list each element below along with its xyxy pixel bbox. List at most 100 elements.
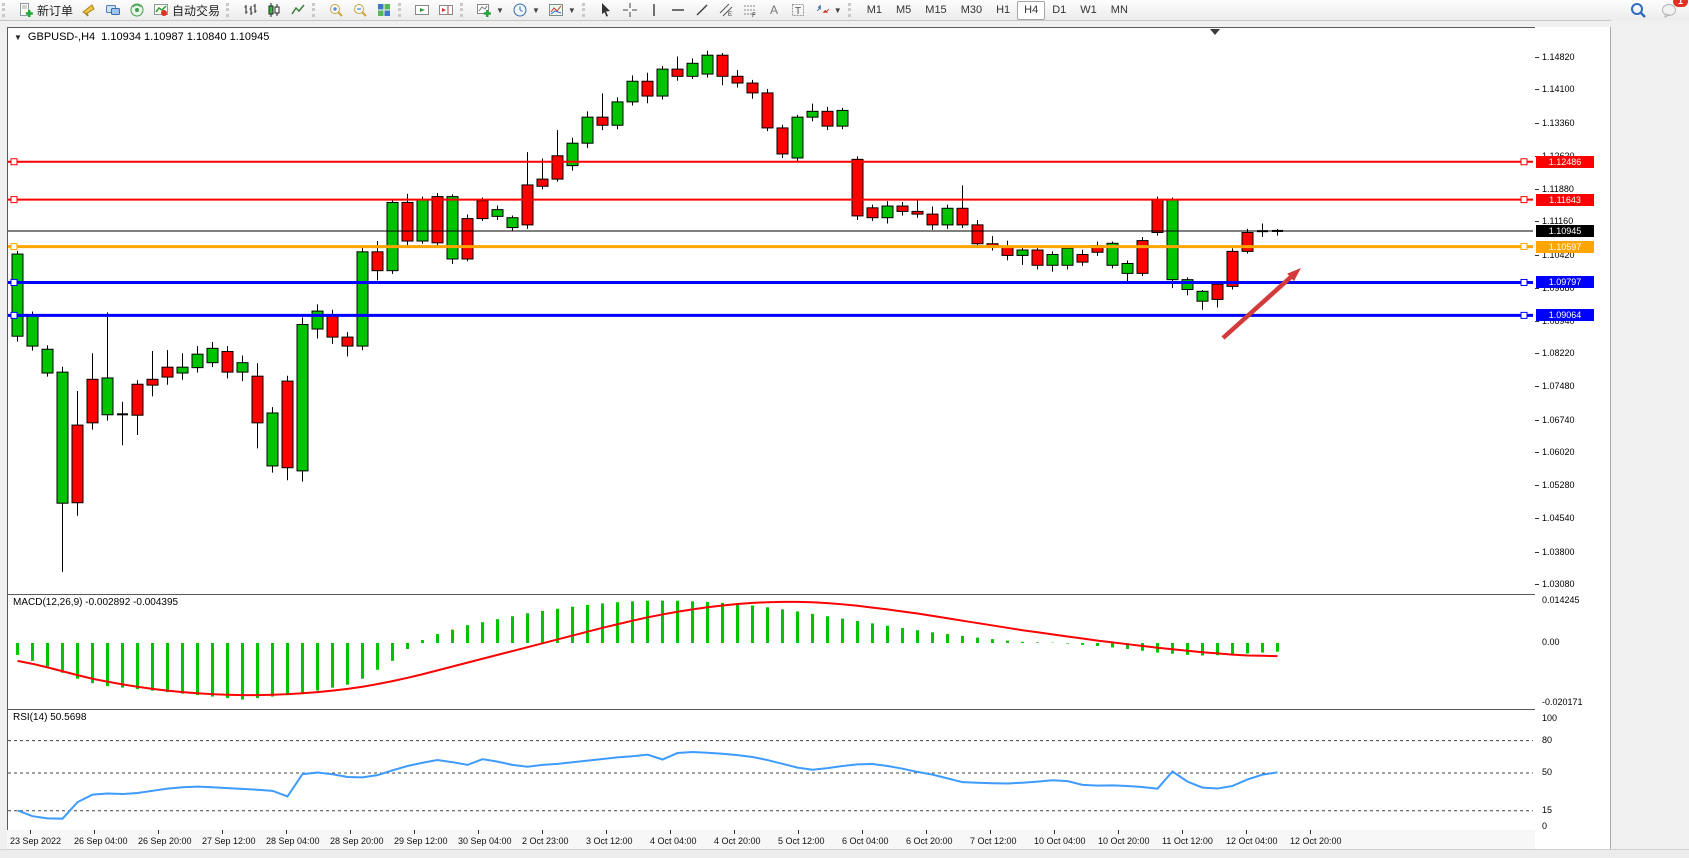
line-handle[interactable] — [1521, 197, 1527, 203]
line-chart-button[interactable] — [286, 0, 310, 20]
monitors-icon — [105, 2, 121, 18]
indicators-button[interactable]: ▼ — [544, 0, 580, 20]
tab-m5[interactable]: M5 — [889, 1, 918, 20]
cursor-button[interactable] — [594, 0, 618, 20]
time-tick-label: 3 Oct 12:00 — [586, 836, 633, 846]
price-line-label: 1.11643 — [1536, 194, 1594, 206]
crosshair-button[interactable] — [618, 0, 642, 20]
profiles-button[interactable]: ▼ — [508, 0, 544, 20]
candle — [927, 214, 938, 225]
candlestick-button[interactable] — [262, 0, 286, 20]
macd-pane[interactable] — [7, 594, 1536, 710]
auto-scroll-button[interactable] — [410, 0, 434, 20]
chart-shift-button[interactable] — [434, 0, 458, 20]
candle — [1047, 255, 1058, 266]
candle — [177, 367, 188, 373]
line-handle[interactable] — [1521, 312, 1527, 318]
tab-h1[interactable]: H1 — [989, 1, 1017, 20]
horizontal-line-button[interactable] — [666, 0, 690, 20]
price-tick-label: 1.08220 — [1542, 348, 1575, 358]
signals-button[interactable] — [125, 0, 149, 20]
chart-title: ▼ GBPUSD-,H4 1.10934 1.10987 1.10840 1.1… — [14, 31, 269, 43]
toolbar-grip[interactable] — [582, 3, 592, 17]
ohlc-values: 1.10934 1.10987 1.10840 1.10945 — [101, 31, 269, 43]
bar-chart-button[interactable] — [238, 0, 262, 20]
metaeditor-button[interactable] — [77, 0, 101, 20]
price-tick-label: 1.04540 — [1542, 513, 1575, 523]
price-chart-pane[interactable] — [7, 27, 1536, 595]
candle — [807, 111, 818, 117]
autotrading-button[interactable]: 自动交易 — [149, 0, 224, 20]
line-handle[interactable] — [1521, 244, 1527, 250]
toolbar-grip[interactable] — [2, 3, 12, 17]
line-handle[interactable] — [11, 159, 17, 165]
text-label-icon: T — [790, 2, 806, 18]
mt4-terminal: 新订单 自动交易 — [0, 0, 1689, 858]
price-tick-label: 1.05280 — [1542, 480, 1575, 490]
line-handle[interactable] — [1521, 159, 1527, 165]
tile-windows-button[interactable] — [372, 0, 396, 20]
new-order-button[interactable]: 新订单 — [14, 0, 77, 20]
toolbar-grip[interactable] — [398, 3, 408, 17]
price-tick-label: 1.14820 — [1542, 52, 1575, 62]
line-handle[interactable] — [1521, 279, 1527, 285]
vertical-line-button[interactable] — [642, 0, 666, 20]
axis-tick — [478, 830, 479, 834]
axis-tick — [990, 830, 991, 834]
chart-shift-marker-icon[interactable] — [1210, 29, 1220, 35]
toolbar-grip[interactable] — [460, 3, 470, 17]
candle — [522, 185, 533, 225]
tab-m1[interactable]: M1 — [860, 1, 889, 20]
zoom-out-button[interactable] — [348, 0, 372, 20]
terminal-button[interactable] — [101, 0, 125, 20]
line-handle[interactable] — [11, 244, 17, 250]
tab-w1[interactable]: W1 — [1073, 1, 1104, 20]
price-line-label: 1.09797 — [1536, 276, 1594, 288]
notifications-button[interactable]: 1 — [1657, 0, 1683, 20]
shapes-button[interactable]: ▼ — [810, 0, 846, 20]
axis-tick — [542, 830, 543, 834]
toolbar-grip[interactable] — [848, 3, 858, 17]
tab-m15[interactable]: M15 — [918, 1, 953, 20]
candle — [612, 102, 623, 125]
axis-tick — [1535, 452, 1539, 453]
symbol-dropdown-icon[interactable]: ▼ — [14, 33, 22, 42]
rsi-line — [18, 752, 1278, 819]
new-chart-button[interactable]: ▼ — [472, 0, 508, 20]
channel-button[interactable]: E — [714, 0, 738, 20]
candle — [102, 378, 113, 415]
candle — [942, 208, 953, 225]
tab-mn[interactable]: MN — [1104, 1, 1135, 20]
price-line-label: 1.10597 — [1536, 241, 1594, 253]
tab-m30[interactable]: M30 — [954, 1, 989, 20]
candle — [552, 156, 563, 179]
line-handle[interactable] — [11, 197, 17, 203]
line-handle[interactable] — [11, 312, 17, 318]
toolbar: 新订单 自动交易 — [0, 0, 1689, 21]
candle — [12, 254, 23, 336]
time-tick-label: 4 Oct 04:00 — [650, 836, 697, 846]
price-line-label: 1.12486 — [1536, 156, 1594, 168]
toolbar-grip[interactable] — [226, 3, 236, 17]
candle — [597, 117, 608, 125]
axis-tick — [1246, 830, 1247, 834]
axis-tick — [222, 830, 223, 834]
axis-tick — [606, 830, 607, 834]
tab-d1[interactable]: D1 — [1045, 1, 1073, 20]
time-tick-label: 10 Oct 04:00 — [1034, 836, 1086, 846]
window-bottom-scrollbar[interactable] — [0, 849, 1689, 858]
candle — [327, 316, 338, 337]
text-label-button[interactable]: T — [786, 0, 810, 20]
tab-h4[interactable]: H4 — [1017, 1, 1045, 20]
trendline-button[interactable] — [690, 0, 714, 20]
text-button[interactable]: A — [762, 0, 786, 20]
candle — [447, 197, 458, 259]
zoom-in-button[interactable] — [324, 0, 348, 20]
arrows-icon — [814, 2, 830, 18]
search-button[interactable] — [1625, 0, 1651, 20]
rsi-pane[interactable] — [7, 709, 1536, 831]
time-tick-label: 26 Sep 04:00 — [74, 836, 128, 846]
line-handle[interactable] — [11, 279, 17, 285]
toolbar-grip[interactable] — [312, 3, 322, 17]
fibonacci-button[interactable]: F — [738, 0, 762, 20]
